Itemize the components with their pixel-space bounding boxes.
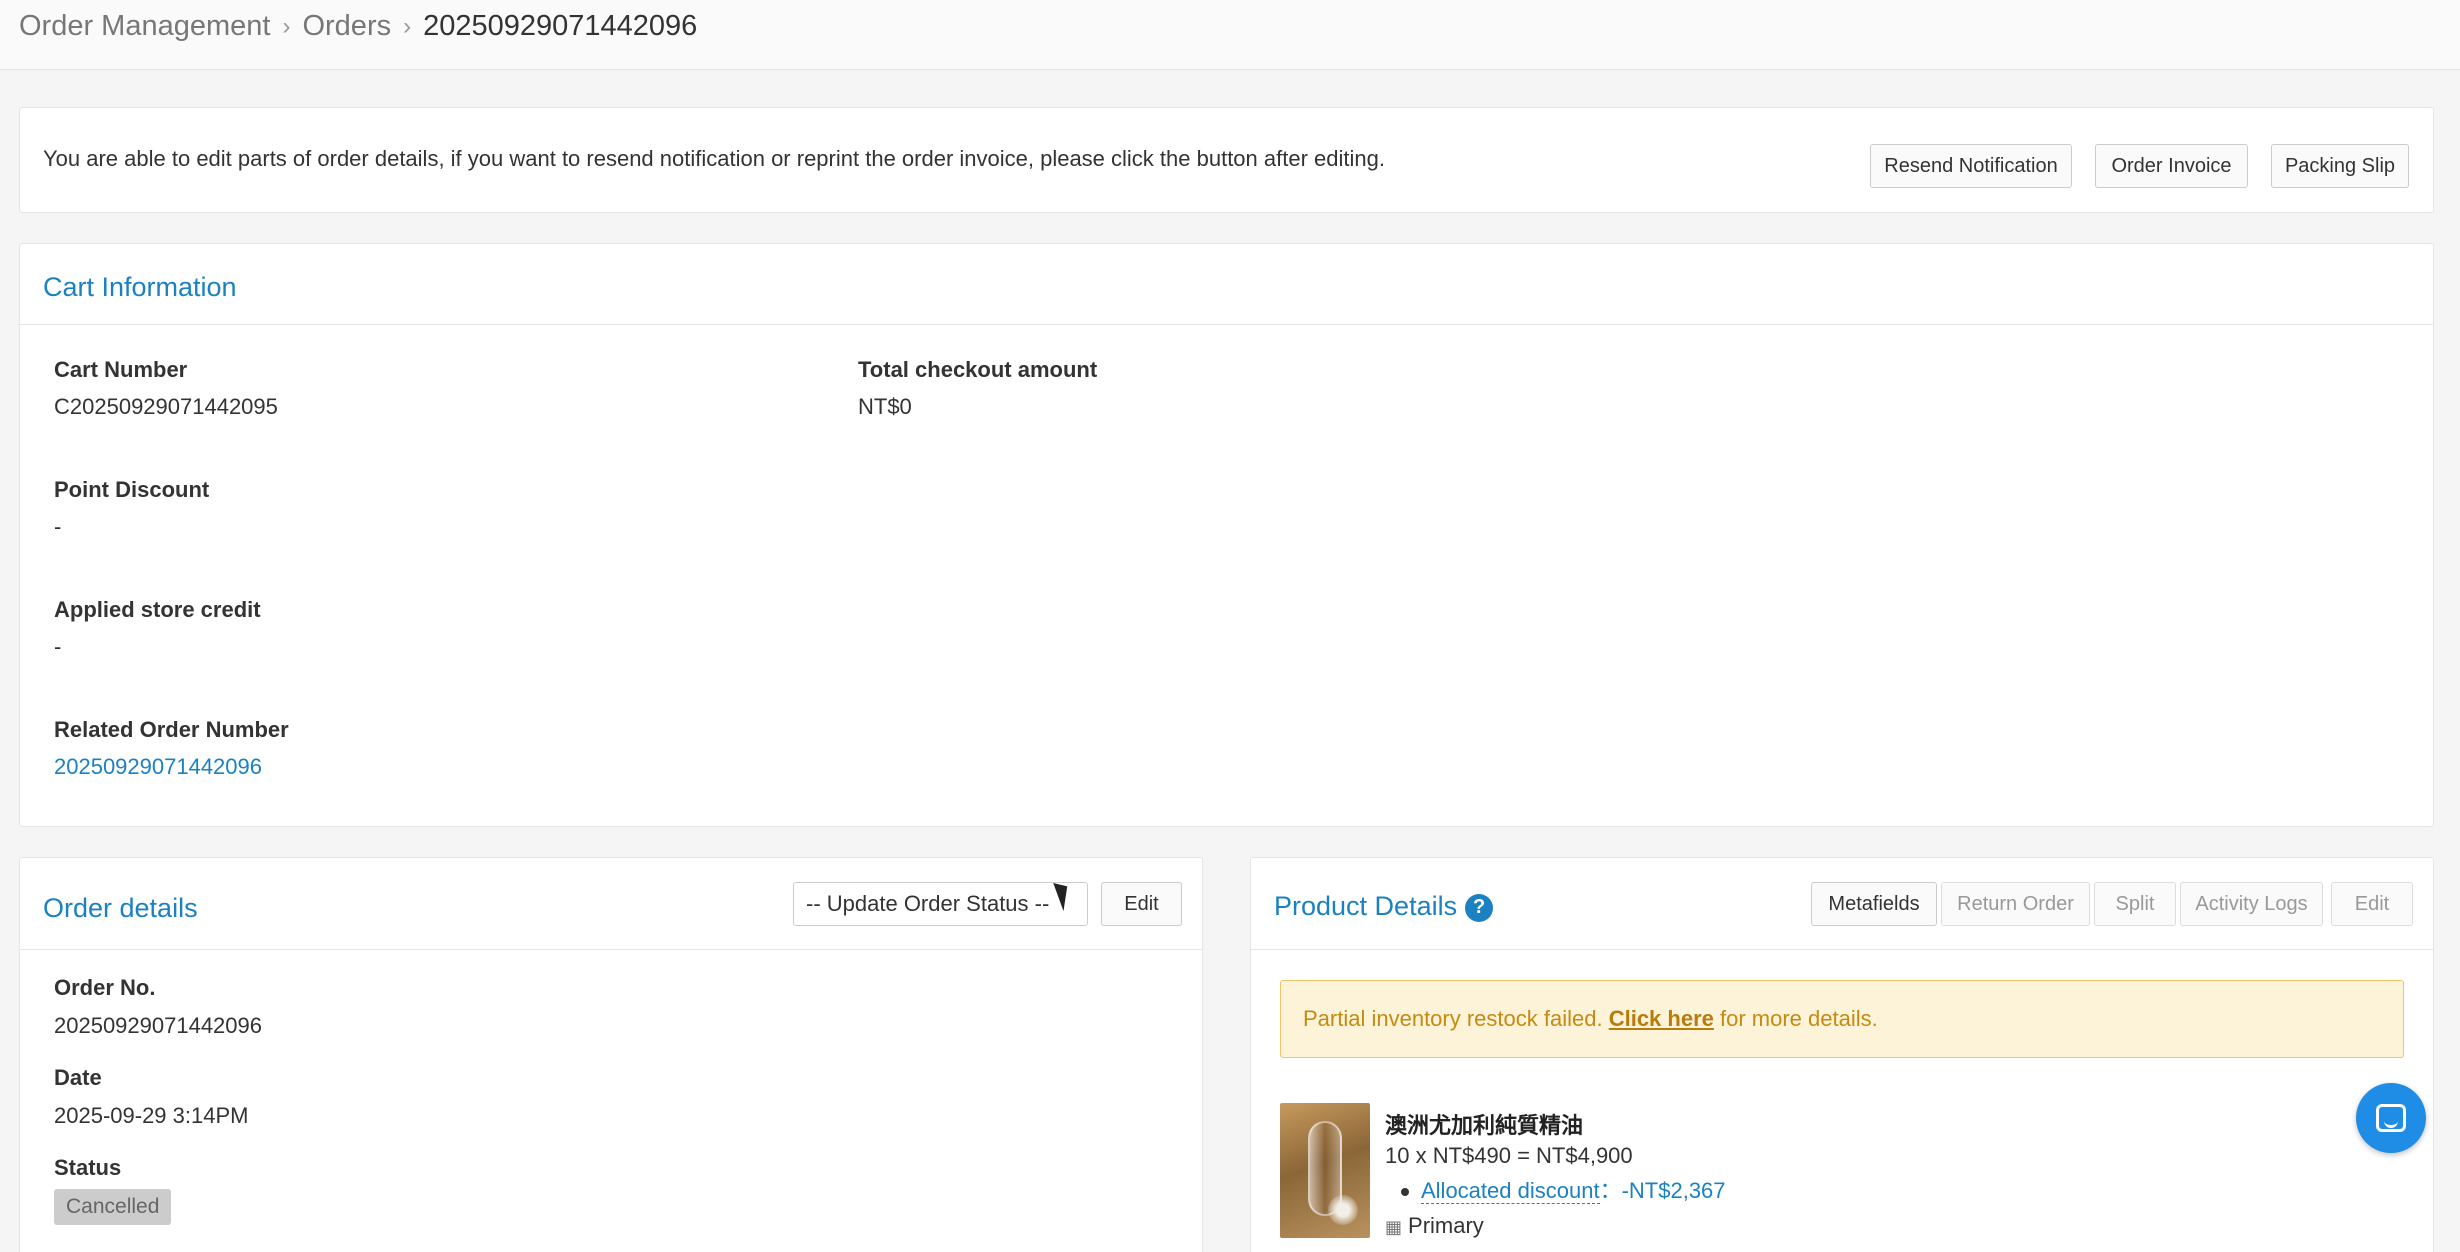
related-order-label: Related Order Number	[54, 717, 289, 742]
product-details-edit-button[interactable]: Edit	[2331, 882, 2413, 926]
edit-notice-text: You are able to edit parts of order deta…	[43, 146, 1385, 171]
breadcrumb: Order Management › Orders › 202509290714…	[19, 10, 697, 43]
alert-prefix: Partial inventory restock failed.	[1303, 1006, 1609, 1031]
packing-slip-button[interactable]: Packing Slip	[2271, 144, 2409, 188]
restock-failed-alert: Partial inventory restock failed. Click …	[1280, 980, 2404, 1058]
activity-logs-button[interactable]: Activity Logs	[2180, 882, 2323, 926]
date-label: Date	[54, 1065, 102, 1090]
store-credit-label: Applied store credit	[54, 597, 261, 622]
order-details-edit-button[interactable]: Edit	[1101, 882, 1182, 926]
resend-notification-button[interactable]: Resend Notification	[1870, 144, 2072, 188]
allocated-discount-link[interactable]: Allocated discount	[1421, 1178, 1600, 1204]
order-invoice-button[interactable]: Order Invoice	[2095, 144, 2248, 188]
help-icon[interactable]: ?	[1465, 893, 1494, 922]
metafields-button[interactable]: Metafields	[1811, 882, 1937, 926]
warehouse-icon: ▦	[1385, 1217, 1403, 1237]
alert-suffix: for more details.	[1713, 1006, 1878, 1031]
product-details-title: Product Details	[1274, 891, 1458, 921]
alert-click-here-link[interactable]: Click here	[1609, 1006, 1714, 1031]
chat-support-button[interactable]	[2356, 1083, 2426, 1153]
order-no-value: 20250929071442096	[54, 1013, 263, 1038]
product-name: 澳洲尤加利純質精油	[1385, 1114, 1584, 1139]
product-thumbnail[interactable]	[1280, 1103, 1370, 1238]
chevron-right-icon: ›	[282, 12, 291, 40]
store-credit-value: -	[54, 634, 62, 659]
breadcrumb-orders[interactable]: Orders	[302, 10, 391, 43]
product-price-line: 10 x NT$490 = NT$4,900	[1385, 1143, 1633, 1168]
breadcrumb-current: 20250929071442096	[423, 10, 698, 42]
cart-number-value: C20250929071442095	[54, 394, 278, 419]
allocated-discount-row: Allocated discount：-NT$2,367	[1401, 1173, 1726, 1205]
split-button[interactable]: Split	[2094, 882, 2176, 926]
cart-information-header: Cart Information	[20, 244, 2433, 325]
update-order-status-select[interactable]: -- Update Order Status --	[793, 882, 1088, 926]
product-flower-shape	[1328, 1195, 1358, 1225]
discount-separator: ：	[1599, 1178, 1622, 1203]
point-discount-label: Point Discount	[54, 477, 210, 502]
point-discount-value: -	[54, 514, 62, 539]
order-details-header: Order details -- Update Order Status -- …	[20, 858, 1202, 950]
status-label: Status	[54, 1155, 122, 1180]
return-order-button[interactable]: Return Order	[1941, 882, 2090, 926]
edit-notice-panel: You are able to edit parts of order deta…	[19, 107, 2434, 213]
warehouse-row: ▦ Primary	[1385, 1213, 1484, 1239]
product-details-title-wrap: Product Details?	[1274, 891, 1494, 922]
cart-number-label: Cart Number	[54, 357, 188, 382]
status-badge: Cancelled	[54, 1189, 172, 1225]
related-order-link[interactable]: 20250929071442096	[54, 754, 262, 780]
product-details-header: Product Details? Metafields Return Order…	[1251, 858, 2433, 950]
cart-information-title: Cart Information	[43, 272, 237, 302]
order-no-label: Order No.	[54, 975, 156, 1000]
allocated-discount-value: -NT$2,367	[1621, 1178, 1726, 1203]
date-value: 2025-09-29 3:14PM	[54, 1103, 249, 1128]
chat-icon	[2376, 1104, 2406, 1132]
breadcrumb-order-management[interactable]: Order Management	[19, 10, 270, 43]
order-details-panel: Order details -- Update Order Status -- …	[19, 857, 1203, 1252]
chevron-right-icon: ›	[403, 12, 412, 40]
bullet-icon	[1401, 1188, 1409, 1197]
order-details-title: Order details	[43, 893, 198, 923]
top-bar: Order Management › Orders › 202509290714…	[0, 0, 2460, 70]
product-details-panel: Product Details? Metafields Return Order…	[1250, 857, 2434, 1252]
total-checkout-value: NT$0	[858, 394, 912, 419]
warehouse-name: Primary	[1408, 1213, 1484, 1238]
total-checkout-label: Total checkout amount	[858, 357, 1098, 382]
cart-information-panel: Cart Information Cart Number C2025092907…	[19, 243, 2434, 827]
